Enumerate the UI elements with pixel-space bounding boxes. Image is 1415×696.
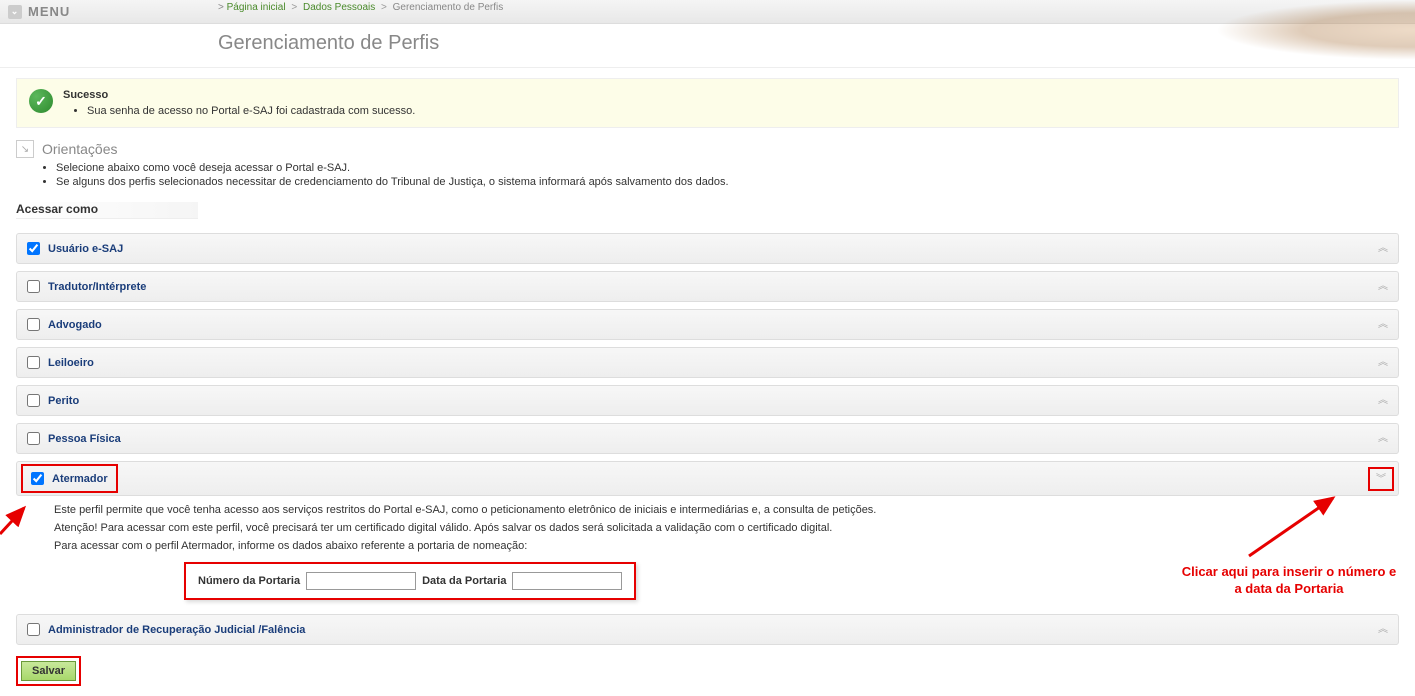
data-portaria-label: Data da Portaria [422,575,506,587]
collapse-icon[interactable]: ︽ [1378,398,1388,404]
page-title-row: Gerenciamento de Perfis [0,24,1415,68]
profile-label: Perito [48,395,79,407]
profile-checkbox-administrador[interactable] [27,623,40,636]
profile-label: Leiloeiro [48,357,94,369]
breadcrumb-link-home[interactable]: Página inicial [227,2,286,13]
profile-checkbox-leiloeiro[interactable] [27,356,40,369]
collapse-icon[interactable]: ︽ [1378,246,1388,252]
top-bar: ⌄ MENU > Página inicial > Dados Pessoais… [0,0,1415,24]
atermador-desc-3: Para acessar com o perfil Atermador, inf… [54,540,1389,552]
profile-label: Advogado [48,319,102,331]
profile-row-leiloeiro[interactable]: Leiloeiro ︽ [16,347,1399,378]
profile-checkbox-usuario[interactable] [27,242,40,255]
numero-portaria-label: Número da Portaria [198,575,300,587]
portaria-fields: Número da Portaria Data da Portaria [184,562,636,600]
profile-row-usuario[interactable]: Usuário e-SAJ ︽ [16,233,1399,264]
collapse-icon[interactable]: ︽ [1378,436,1388,442]
profile-checkbox-perito[interactable] [27,394,40,407]
save-button[interactable]: Salvar [21,661,76,681]
collapse-icon[interactable]: ︽ [1378,284,1388,290]
success-message: ✓ Sucesso Sua senha de acesso no Portal … [16,78,1399,128]
profile-label: Pessoa Física [48,433,121,445]
breadcrumb-current: Gerenciamento de Perfis [393,2,504,13]
profile-row-atermador[interactable]: Atermador ︾ [16,461,1399,496]
profile-checkbox-pessoa-fisica[interactable] [27,432,40,445]
orientations-title: Orientações [42,141,117,157]
collapse-icon[interactable]: ︽ [1378,627,1388,633]
profile-label: Tradutor/Intérprete [48,281,146,293]
profile-checkbox-tradutor[interactable] [27,280,40,293]
orientations: ↘ Orientações Selecione abaixo como você… [16,140,1399,188]
collapse-icon[interactable]: ︽ [1378,322,1388,328]
breadcrumb-link-dados[interactable]: Dados Pessoais [303,2,375,13]
header-art [1215,0,1415,60]
menu-button[interactable]: ⌄ MENU [8,4,70,19]
check-circle-icon: ✓ [29,89,53,113]
arrow-down-right-icon: ↘ [16,140,34,158]
numero-portaria-input[interactable] [306,572,416,590]
atermador-desc-1: Este perfil permite que você tenha acess… [54,504,1389,516]
orientations-item: Se alguns dos perfis selecionados necess… [56,176,1399,188]
profile-row-tradutor[interactable]: Tradutor/Intérprete ︽ [16,271,1399,302]
success-title: Sucesso [63,89,1386,101]
data-portaria-input[interactable] [512,572,622,590]
success-item: Sua senha de acesso no Portal e-SAJ foi … [87,105,1386,117]
save-button-highlight: Salvar [16,656,81,686]
breadcrumb: > Página inicial > Dados Pessoais > Gere… [218,0,503,13]
profile-row-administrador[interactable]: Administrador de Recuperação Judicial /F… [16,614,1399,645]
profile-row-perito[interactable]: Perito ︽ [16,385,1399,416]
chevron-down-icon: ⌄ [8,5,22,19]
expand-icon[interactable]: ︾ [1376,474,1386,485]
profile-row-pessoa-fisica[interactable]: Pessoa Física ︽ [16,423,1399,454]
profile-label: Atermador [52,473,108,485]
profile-label: Usuário e-SAJ [48,243,123,255]
orientations-item: Selecione abaixo como você deseja acessa… [56,162,1399,174]
section-title: Acessar como [16,202,198,219]
profile-checkbox-atermador[interactable] [31,472,44,485]
atermador-desc-2: Atenção! Para acessar com este perfil, v… [54,522,1389,534]
menu-label: MENU [28,4,70,19]
profile-label: Administrador de Recuperação Judicial /F… [48,624,305,636]
profile-row-advogado[interactable]: Advogado ︽ [16,309,1399,340]
profile-checkbox-advogado[interactable] [27,318,40,331]
atermador-panel: Este perfil permite que você tenha acess… [16,496,1399,614]
collapse-icon[interactable]: ︽ [1378,360,1388,366]
